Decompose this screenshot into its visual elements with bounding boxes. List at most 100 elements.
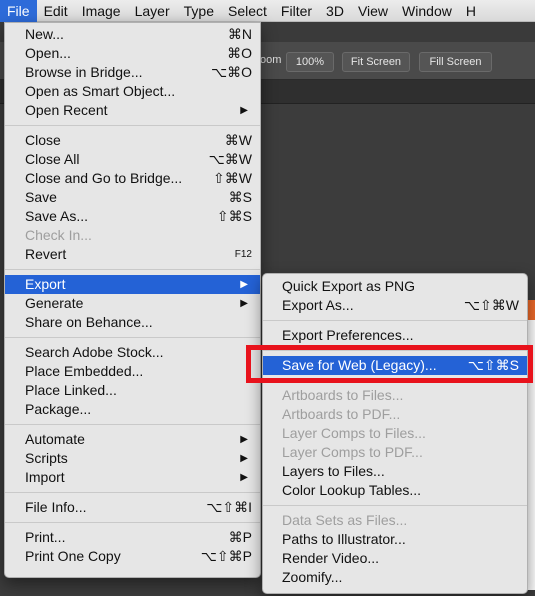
file-menu-item-print-one-copy[interactable]: Print One Copy ⌥⇧⌘P xyxy=(5,547,260,566)
menu-item-label: Save xyxy=(25,189,57,205)
menu-item-label: Scripts xyxy=(25,450,68,466)
export-menu-item-zoomify[interactable]: Zoomify... xyxy=(263,568,527,587)
menu-separator xyxy=(5,492,260,493)
highlight-callout-box xyxy=(246,345,533,383)
menu-window[interactable]: Window xyxy=(395,0,459,22)
menu-edit[interactable]: Edit xyxy=(37,0,75,22)
shortcut-label: ⌘P xyxy=(228,529,252,545)
menu-item-label: Place Linked... xyxy=(25,382,117,398)
export-menu-item-paths-to-illustrator[interactable]: Paths to Illustrator... xyxy=(263,530,527,549)
menu-item-label: Layers to Files... xyxy=(282,463,385,479)
file-menu-item-share-on-behance[interactable]: Share on Behance... xyxy=(5,313,260,332)
file-menu-item-close-and-go-to-bridge[interactable]: Close and Go to Bridge... ⇧⌘W xyxy=(5,169,260,188)
file-menu: New... ⌘N Open... ⌘O Browse in Bridge... ⌥⌘O O… xyxy=(4,22,261,578)
menu-separator xyxy=(5,337,260,338)
file-menu-item-place-embedded[interactable]: Place Embedded... xyxy=(5,362,260,381)
file-menu-item-close[interactable]: Close ⌘W xyxy=(5,131,260,150)
shortcut-label: ⌘W xyxy=(224,132,252,148)
export-menu-item-layer-comps-to-files: Layer Comps to Files... xyxy=(263,424,527,443)
menu-item-label: Close xyxy=(25,132,61,148)
shortcut-label: ⌥⇧⌘P xyxy=(200,548,252,564)
file-menu-item-browse-in-bridge[interactable]: Browse in Bridge... ⌥⌘O xyxy=(5,63,260,82)
file-menu-item-new[interactable]: New... ⌘N xyxy=(5,25,260,44)
menu-item-label: Check In... xyxy=(25,227,92,243)
menu-item-label: Automate xyxy=(25,431,85,447)
menu-item-label: Open Recent xyxy=(25,102,108,118)
file-menu-item-search-adobe-stock[interactable]: Search Adobe Stock... xyxy=(5,343,260,362)
export-menu-item-artboards-to-files: Artboards to Files... xyxy=(263,386,527,405)
menu-type[interactable]: Type xyxy=(177,0,221,22)
menu-3d[interactable]: 3D xyxy=(319,0,351,22)
menu-layer[interactable]: Layer xyxy=(128,0,177,22)
menu-item-label: Color Lookup Tables... xyxy=(282,482,422,498)
zoom-label: oom xyxy=(260,54,282,66)
menu-item-label: Print... xyxy=(25,529,66,545)
export-menu-item-layers-to-files[interactable]: Layers to Files... xyxy=(263,462,527,481)
file-menu-item-open-as-smart-object[interactable]: Open as Smart Object... xyxy=(5,82,260,101)
menu-item-label: Close All xyxy=(25,151,80,167)
export-menu-item-render-video[interactable]: Render Video... xyxy=(263,549,527,568)
menu-item-label: Render Video... xyxy=(282,550,380,566)
file-menu-item-open-recent[interactable]: Open Recent ▶ xyxy=(5,101,260,120)
menu-item-label: Artboards to PDF... xyxy=(282,406,401,422)
file-menu-item-automate[interactable]: Automate ▶ xyxy=(5,430,260,449)
shortcut-label: ⌥⇧⌘I xyxy=(206,499,252,515)
file-menu-item-print[interactable]: Print... ⌘P xyxy=(5,528,260,547)
menu-filter[interactable]: Filter xyxy=(274,0,319,22)
file-menu-item-scripts[interactable]: Scripts ▶ xyxy=(5,449,260,468)
menu-item-label: Layer Comps to PDF... xyxy=(282,444,423,460)
menu-item-label: Export Preferences... xyxy=(282,327,414,343)
shortcut-label: ⌥⌘O xyxy=(210,64,252,80)
file-menu-item-export[interactable]: Export ▶ xyxy=(5,275,260,294)
menu-select[interactable]: Select xyxy=(221,0,274,22)
export-menu-item-color-lookup-tables[interactable]: Color Lookup Tables... xyxy=(263,481,527,500)
export-menu-item-layer-comps-to-pdf: Layer Comps to PDF... xyxy=(263,443,527,462)
shortcut-label: F12 xyxy=(234,249,252,260)
file-menu-item-save[interactable]: Save ⌘S xyxy=(5,188,260,207)
menu-item-label: Save As... xyxy=(25,208,89,224)
menu-item-label: Quick Export as PNG xyxy=(282,278,416,294)
file-menu-item-package[interactable]: Package... xyxy=(5,400,260,419)
file-menu-item-place-linked[interactable]: Place Linked... xyxy=(5,381,260,400)
file-menu-item-save-as[interactable]: Save As... ⇧⌘S xyxy=(5,207,260,226)
menu-help[interactable]: H xyxy=(459,0,483,22)
file-menu-item-open[interactable]: Open... ⌘O xyxy=(5,44,260,63)
menu-item-label: Share on Behance... xyxy=(25,314,153,330)
file-menu-item-generate[interactable]: Generate ▶ xyxy=(5,294,260,313)
submenu-arrow-icon: ▶ xyxy=(240,298,248,309)
export-menu-item-export-preferences[interactable]: Export Preferences... xyxy=(263,326,527,345)
export-menu-item-export-as[interactable]: Export As... ⌥⇧⌘W xyxy=(263,296,527,315)
shortcut-label: ⇧⌘W xyxy=(213,170,252,186)
menu-separator xyxy=(5,522,260,523)
file-menu-item-file-info[interactable]: File Info... ⌥⇧⌘I xyxy=(5,498,260,517)
menu-item-label: Package... xyxy=(25,401,92,417)
menu-separator xyxy=(5,125,260,126)
zoom-100-button[interactable]: 100% xyxy=(286,52,334,72)
shortcut-label: ⌘O xyxy=(227,45,252,61)
menu-bar: File Edit Image Layer Type Select Filter… xyxy=(0,0,535,22)
shortcut-label: ⌘N xyxy=(227,26,252,42)
file-menu-item-revert[interactable]: Revert F12 xyxy=(5,245,260,264)
fit-screen-button[interactable]: Fit Screen xyxy=(342,52,410,72)
shortcut-label: ⇧⌘S xyxy=(216,208,252,224)
menu-item-label: Layer Comps to Files... xyxy=(282,425,426,441)
file-menu-item-import[interactable]: Import ▶ xyxy=(5,468,260,487)
menu-separator xyxy=(263,505,527,506)
menu-image[interactable]: Image xyxy=(75,0,128,22)
export-menu-item-data-sets-as-files: Data Sets as Files... xyxy=(263,511,527,530)
menu-file[interactable]: File xyxy=(0,0,37,22)
file-menu-item-close-all[interactable]: Close All ⌥⌘W xyxy=(5,150,260,169)
fill-screen-button[interactable]: Fill Screen xyxy=(419,52,492,72)
submenu-arrow-icon: ▶ xyxy=(240,105,248,116)
menu-item-label: Import xyxy=(25,469,65,485)
menu-item-label: File Info... xyxy=(25,499,87,515)
menu-item-label: Open as Smart Object... xyxy=(25,83,176,99)
export-submenu: Quick Export as PNG Export As... ⌥⇧⌘W Expor… xyxy=(262,273,528,594)
submenu-arrow-icon: ▶ xyxy=(240,434,248,445)
export-menu-item-quick-export-as-png[interactable]: Quick Export as PNG xyxy=(263,277,527,296)
menu-item-label: Print One Copy xyxy=(25,548,121,564)
menu-item-label: Export As... xyxy=(282,297,354,313)
menu-item-label: Revert xyxy=(25,246,67,262)
menu-item-label: Place Embedded... xyxy=(25,363,144,379)
menu-view[interactable]: View xyxy=(351,0,395,22)
